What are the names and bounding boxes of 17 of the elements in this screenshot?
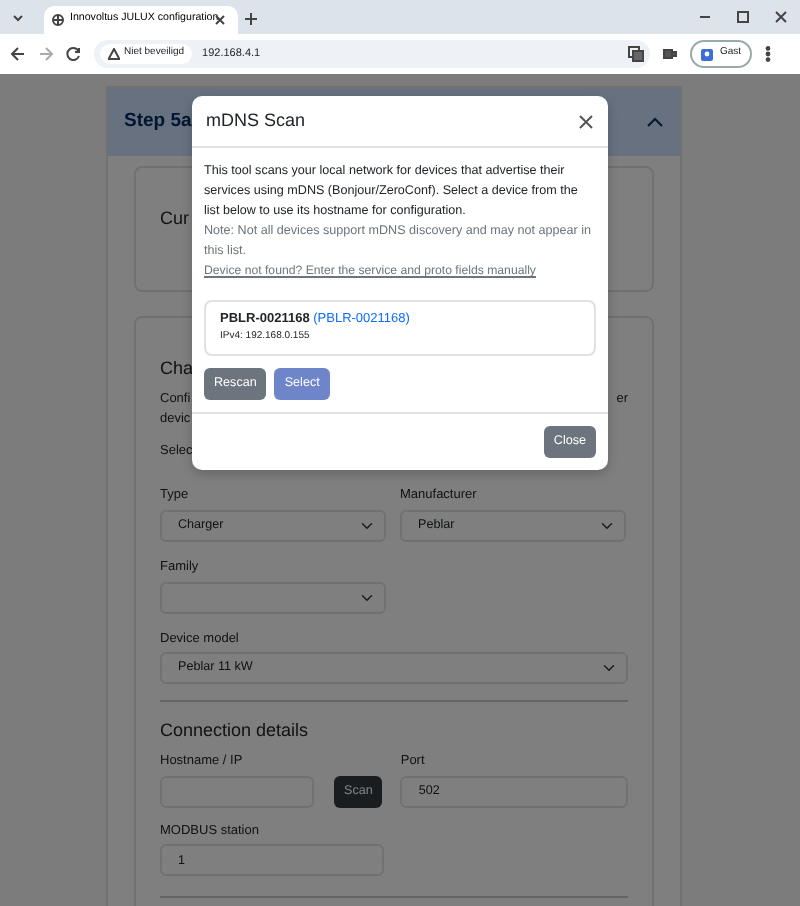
minimize-icon[interactable]: [698, 10, 712, 24]
dialog-title: mDNS Scan: [206, 110, 306, 132]
card-title: Cha: [160, 358, 194, 380]
maximize-icon[interactable]: [736, 10, 750, 24]
globe-icon: [52, 14, 64, 26]
warning-icon: [108, 48, 120, 60]
back-icon[interactable]: [10, 46, 26, 62]
card-title: Cur: [160, 208, 190, 230]
new-tab-icon[interactable]: [244, 12, 258, 26]
close-icon[interactable]: [578, 113, 594, 129]
reload-icon[interactable]: [66, 46, 82, 62]
profile-icon: [700, 47, 714, 61]
close-icon[interactable]: [774, 10, 788, 24]
section-heading: Connection details: [160, 718, 311, 745]
menu-icon[interactable]: [763, 46, 772, 62]
tab-list-icon[interactable]: [10, 10, 26, 26]
chevron-up-icon: [646, 116, 664, 128]
